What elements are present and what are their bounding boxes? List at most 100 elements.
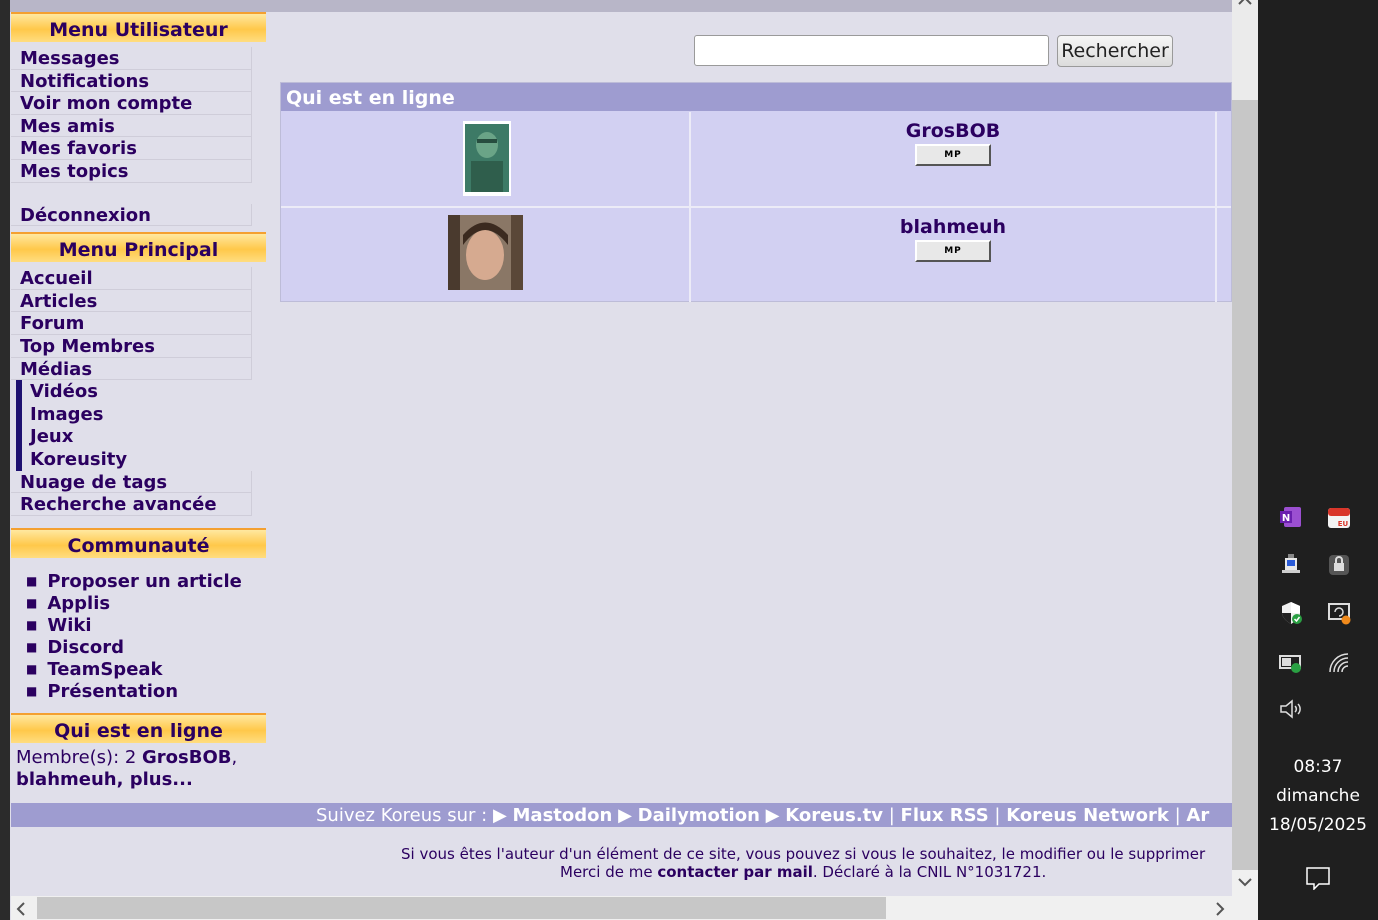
contact-mail-link[interactable]: contacter par mail bbox=[657, 863, 813, 881]
main-menu-item-2[interactable]: Forum bbox=[11, 312, 252, 335]
battery-charging-icon[interactable] bbox=[1278, 650, 1304, 676]
arrow-icon: ▶ bbox=[492, 805, 513, 826]
volume-icon[interactable] bbox=[1278, 696, 1304, 722]
community-item-0[interactable]: ■ Proposer un article bbox=[11, 571, 266, 593]
top-strip bbox=[10, 0, 1232, 12]
bullet-icon: ■ bbox=[26, 595, 38, 610]
wifi-icon[interactable] bbox=[1326, 650, 1352, 676]
clock-day[interactable]: dimanche bbox=[1258, 786, 1378, 806]
main-menu-item-0[interactable]: Accueil bbox=[11, 267, 252, 290]
svg-text:EU: EU bbox=[1338, 520, 1349, 528]
community-item-label: Applis bbox=[47, 592, 111, 614]
main-menu-item-extra-0[interactable]: Nuage de tags bbox=[11, 470, 252, 494]
online-member-blahmeuh[interactable]: blahmeuh, plus... bbox=[16, 769, 193, 790]
sync-display-icon[interactable] bbox=[1326, 600, 1352, 626]
sidebar: Menu Utilisateur Messages Notifications Vo… bbox=[11, 12, 266, 802]
network-device-icon[interactable] bbox=[1278, 552, 1304, 578]
footer-link-network[interactable]: Koreus Network bbox=[1006, 805, 1169, 826]
footer-separator: | bbox=[1174, 805, 1181, 826]
community-item-label: Proposer un article bbox=[47, 570, 242, 592]
online-member-grosbob[interactable]: GrosBOB bbox=[142, 747, 231, 768]
search-button[interactable]: Rechercher bbox=[1057, 35, 1173, 67]
user-cell: blahmeuh MP bbox=[691, 208, 1217, 302]
online-users-panel: Qui est en ligne GrosBOB MP blahmeuh MP bbox=[280, 82, 1232, 302]
main-menu-title: Menu Principal bbox=[11, 232, 266, 263]
community-menu-title: Communauté bbox=[11, 527, 266, 558]
user-menu-item-4[interactable]: Mes favoris bbox=[11, 137, 252, 160]
bullet-icon: ■ bbox=[26, 617, 38, 632]
community-item-label: TeamSpeak bbox=[47, 658, 163, 680]
search-input[interactable] bbox=[694, 35, 1049, 66]
media-submenu-item-3[interactable]: Koreusity bbox=[16, 447, 252, 471]
main-menu-item-extra-1[interactable]: Recherche avancée bbox=[11, 493, 252, 516]
bullet-icon: ■ bbox=[26, 661, 38, 676]
user-cell: GrosBOB MP bbox=[691, 112, 1217, 206]
community-item-5[interactable]: ■ Présentation bbox=[11, 681, 266, 703]
legal-notice: Si vous êtes l'auteur d'un élément de ce… bbox=[11, 845, 1232, 881]
community-item-2[interactable]: ■ Wiki bbox=[11, 615, 266, 637]
scroll-up-icon[interactable] bbox=[1238, 0, 1252, 6]
lock-icon[interactable] bbox=[1326, 552, 1352, 578]
user-menu-item-1[interactable]: Notifications bbox=[11, 69, 252, 93]
logout-link[interactable]: Déconnexion bbox=[11, 203, 252, 227]
media-submenu-item-2[interactable]: Jeux bbox=[16, 425, 252, 448]
community-item-1[interactable]: ■ Applis bbox=[11, 593, 266, 615]
security-shield-icon[interactable] bbox=[1278, 600, 1304, 626]
system-taskbar bbox=[1258, 0, 1378, 920]
footer-follow-label: Suivez Koreus sur : bbox=[316, 805, 493, 826]
community-item-4[interactable]: ■ TeamSpeak bbox=[11, 659, 266, 681]
online-separator: , bbox=[231, 746, 238, 768]
notification-center-icon[interactable] bbox=[1305, 866, 1331, 890]
mp-button-blahmeuh[interactable]: MP bbox=[915, 240, 991, 262]
avatar-blahmeuh[interactable] bbox=[448, 215, 523, 290]
bullet-icon: ■ bbox=[26, 639, 38, 654]
calendar-eu-icon[interactable]: EU bbox=[1326, 504, 1352, 530]
clock-date[interactable]: 18/05/2025 bbox=[1258, 815, 1378, 835]
mp-button-grosbob[interactable]: MP bbox=[915, 144, 991, 166]
scroll-left-icon[interactable] bbox=[16, 902, 26, 916]
footer-link-mastodon[interactable]: Mastodon bbox=[513, 805, 613, 826]
bullet-icon: ■ bbox=[26, 683, 38, 698]
legal-line-2: Merci de me contacter par mail. Déclaré … bbox=[11, 863, 1232, 881]
community-item-label: Wiki bbox=[47, 614, 92, 636]
svg-text:N: N bbox=[1282, 513, 1290, 524]
avatar-grosbob[interactable] bbox=[463, 121, 511, 196]
username-blahmeuh[interactable]: blahmeuh bbox=[691, 216, 1215, 238]
user-menu-item-5[interactable]: Mes topics bbox=[11, 159, 252, 183]
scroll-down-icon[interactable] bbox=[1238, 877, 1252, 887]
community-item-label: Discord bbox=[47, 636, 124, 658]
vertical-scroll-thumb[interactable] bbox=[1232, 100, 1258, 870]
bullet-icon: ■ bbox=[26, 573, 38, 588]
username-grosbob[interactable]: GrosBOB bbox=[691, 120, 1215, 142]
avatar-cell bbox=[281, 112, 691, 206]
main-menu-item-4[interactable]: Médias bbox=[11, 357, 252, 381]
onenote-icon[interactable]: N bbox=[1278, 504, 1304, 530]
online-members-text: Membre(s): 2 GrosBOB, blahmeuh, plus... bbox=[11, 747, 266, 791]
footer-link-dailymotion[interactable]: Dailymotion bbox=[638, 805, 760, 826]
media-submenu-item-0[interactable]: Vidéos bbox=[16, 380, 252, 403]
legal-text: Merci de me bbox=[560, 863, 658, 881]
horizontal-scroll-thumb[interactable] bbox=[37, 897, 886, 919]
media-submenu-item-1[interactable]: Images bbox=[16, 402, 252, 426]
user-menu-item-0[interactable]: Messages bbox=[11, 47, 252, 70]
community-item-3[interactable]: ■ Discord bbox=[11, 637, 266, 659]
scroll-right-icon[interactable] bbox=[1215, 902, 1225, 916]
footer-separator: | bbox=[888, 805, 895, 826]
arrow-icon: ▶ bbox=[618, 805, 638, 826]
footer-link-truncated[interactable]: Ar bbox=[1186, 805, 1209, 826]
window-left-edge bbox=[0, 0, 10, 920]
user-menu-item-2[interactable]: Voir mon compte bbox=[11, 92, 252, 115]
footer-separator: | bbox=[994, 805, 1001, 826]
online-panel-title: Qui est en ligne bbox=[281, 83, 1231, 111]
arrow-icon: ▶ bbox=[765, 805, 786, 826]
community-item-label: Présentation bbox=[47, 680, 179, 702]
footer-link-koreustv[interactable]: Koreus.tv bbox=[785, 805, 883, 826]
main-menu-item-3[interactable]: Top Membres bbox=[11, 334, 252, 358]
legal-text: . Déclaré à la CNIL N°1031721. bbox=[812, 863, 1047, 881]
footer-link-rss[interactable]: Flux RSS bbox=[901, 805, 989, 826]
scrollbar-track-top bbox=[1232, 0, 1258, 100]
legal-line-1: Si vous êtes l'auteur d'un élément de ce… bbox=[401, 845, 1206, 863]
main-menu-item-1[interactable]: Articles bbox=[11, 289, 252, 313]
clock-time[interactable]: 08:37 bbox=[1258, 757, 1378, 777]
user-menu-item-3[interactable]: Mes amis bbox=[11, 114, 252, 138]
